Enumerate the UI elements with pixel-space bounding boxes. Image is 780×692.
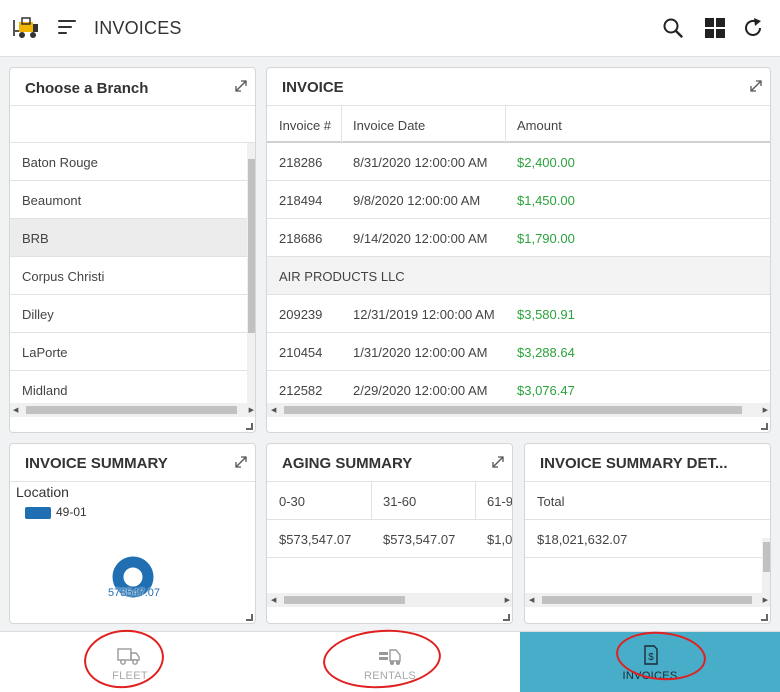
column-header-31-60[interactable]: 31-60	[383, 494, 416, 509]
invoice-date: 12/31/2019 12:00:00 AM	[353, 307, 495, 322]
invoice-number: 218686	[279, 231, 323, 246]
invoice-number: 218286	[279, 155, 323, 170]
group-row[interactable]: AIR PRODUCTS LLC	[267, 257, 770, 295]
horizontal-scrollbar[interactable]: ◀ ▶	[267, 403, 770, 417]
resize-handle[interactable]	[503, 614, 510, 621]
group-label: AIR PRODUCTS LLC	[279, 269, 405, 284]
expand-icon[interactable]	[234, 455, 248, 469]
invoice-summary-title: INVOICE SUMMARY	[25, 455, 168, 472]
expand-icon[interactable]	[749, 79, 763, 93]
branch-item[interactable]: Dilley	[10, 295, 247, 333]
vertical-scrollbar[interactable]	[247, 143, 255, 403]
table-row[interactable]: 218286 8/31/2020 12:00:00 AM $2,400.00	[267, 143, 770, 181]
detail-header-row: Total	[525, 481, 770, 520]
aging-summary-title: AGING SUMMARY	[282, 455, 413, 472]
legend-label[interactable]: 49-01	[56, 505, 87, 519]
branch-label: Baton Rouge	[22, 155, 98, 170]
invoice-header-row: Invoice # Invoice Date Amount	[267, 105, 770, 144]
resize-handle[interactable]	[761, 423, 768, 430]
invoice-summary-detail-title: INVOICE SUMMARY DET...	[540, 455, 728, 472]
column-header-61-90[interactable]: 61-9	[487, 494, 512, 509]
expand-icon[interactable]	[234, 79, 248, 93]
invoice-number: 212582	[279, 383, 323, 398]
resize-handle[interactable]	[761, 614, 768, 621]
branch-item[interactable]: Beaumont	[10, 181, 247, 219]
table-row[interactable]: 218686 9/14/2020 12:00:00 AM $1,790.00	[267, 219, 770, 257]
expand-icon[interactable]	[491, 455, 505, 469]
invoice-amount: $2,400.00	[517, 155, 575, 170]
branch-label: BRB	[22, 231, 49, 246]
legend-title: Location	[16, 484, 69, 500]
column-header-total[interactable]: Total	[537, 494, 564, 509]
table-row[interactable]: 210454 1/31/2020 12:00:00 AM $3,288.64	[267, 333, 770, 371]
top-bar: INVOICES	[0, 0, 780, 57]
table-row[interactable]: $573,547.07 $573,547.07 $1,0	[267, 520, 513, 558]
column-header-0-30[interactable]: 0-30	[279, 494, 305, 509]
resize-handle[interactable]	[246, 614, 253, 621]
invoice-summary-panel: INVOICE SUMMARY Location 49-01 573547.07	[9, 443, 256, 624]
invoice-summary-detail-panel: INVOICE SUMMARY DET... Total $18,021,632…	[524, 443, 771, 624]
invoice-amount: $1,450.00	[517, 193, 575, 208]
aging-summary-panel: AGING SUMMARY 0-30 31-60 61-9 $573,547.0…	[266, 443, 513, 624]
horizontal-scrollbar[interactable]: ◀ ▶	[267, 593, 512, 607]
branch-item[interactable]: Corpus Christi	[10, 257, 247, 295]
invoice-panel-title: INVOICE	[282, 79, 344, 96]
invoice-date: 9/14/2020 12:00:00 AM	[353, 231, 488, 246]
aging-value: $573,547.07	[279, 532, 352, 547]
aging-value: $1,0	[487, 532, 513, 547]
branch-label: Beaumont	[22, 193, 82, 208]
invoice-panel: INVOICE Invoice # Invoice Date Amount 21…	[266, 67, 771, 433]
branch-label: Dilley	[22, 307, 54, 322]
branch-label: Corpus Christi	[22, 269, 105, 284]
refresh-icon[interactable]	[742, 17, 764, 39]
forklift-logo-icon	[13, 17, 38, 38]
menu-icon[interactable]	[58, 20, 76, 36]
invoice-number: 218494	[279, 193, 323, 208]
invoice-date: 9/8/2020 12:00:00 AM	[353, 193, 481, 208]
total-value: $18,021,632.07	[537, 532, 628, 547]
aging-header-row: 0-30 31-60 61-9	[267, 481, 512, 520]
invoice-amount: $3,076.47	[517, 383, 575, 398]
invoice-number: 210454	[279, 345, 323, 360]
column-header-date[interactable]: Invoice Date	[353, 118, 425, 133]
aging-value: $573,547.07	[383, 532, 456, 547]
page-title: INVOICES	[94, 18, 182, 38]
grid-icon[interactable]	[704, 17, 726, 39]
branch-label: Midland	[22, 383, 68, 398]
donut-value-label: 573547.07	[108, 587, 160, 599]
invoice-amount: $3,580.91	[517, 307, 575, 322]
branch-item-selected[interactable]: BRB	[10, 219, 247, 257]
table-row[interactable]: $18,021,632.07	[525, 520, 762, 558]
invoice-date: 2/29/2020 12:00:00 AM	[353, 383, 488, 398]
table-row[interactable]: 209239 12/31/2019 12:00:00 AM $3,580.91	[267, 295, 770, 333]
branch-panel: Choose a Branch Baton Rouge Beaumont BRB…	[9, 67, 256, 433]
vertical-scrollbar[interactable]	[762, 538, 770, 593]
branch-label: LaPorte	[22, 345, 68, 360]
resize-handle[interactable]	[246, 423, 253, 430]
horizontal-scrollbar[interactable]: ◀ ▶	[10, 403, 255, 417]
invoice-date: 8/31/2020 12:00:00 AM	[353, 155, 488, 170]
column-header-invoice[interactable]: Invoice #	[279, 118, 331, 133]
legend-swatch	[25, 507, 51, 519]
search-icon[interactable]	[662, 17, 684, 39]
invoice-amount: $3,288.64	[517, 345, 575, 360]
table-row[interactable]: 218494 9/8/2020 12:00:00 AM $1,450.00	[267, 181, 770, 219]
invoice-number: 209239	[279, 307, 323, 322]
horizontal-scrollbar[interactable]: ◀ ▶	[525, 593, 770, 607]
column-header-amount[interactable]: Amount	[517, 118, 562, 133]
branch-header-row	[10, 105, 255, 143]
branch-item[interactable]: Baton Rouge	[10, 143, 247, 181]
branch-panel-title: Choose a Branch	[25, 80, 149, 97]
invoice-amount: $1,790.00	[517, 231, 575, 246]
branch-item[interactable]: LaPorte	[10, 333, 247, 371]
invoice-date: 1/31/2020 12:00:00 AM	[353, 345, 488, 360]
